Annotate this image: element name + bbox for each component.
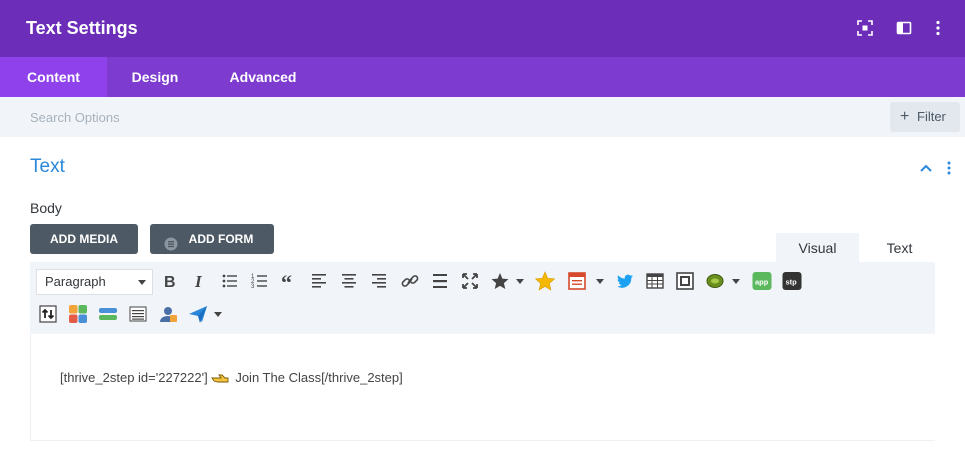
svg-text:B: B bbox=[164, 274, 176, 291]
color-blocks-icon[interactable] bbox=[67, 303, 89, 325]
editor-content[interactable]: [thrive_2step id='227222'] Join The Clas… bbox=[60, 370, 403, 385]
align-left-icon[interactable] bbox=[308, 270, 330, 292]
plugin-dropdown-arrow-icon[interactable] bbox=[732, 279, 740, 284]
divider-bars-icon[interactable] bbox=[97, 303, 119, 325]
svg-text:3: 3 bbox=[251, 284, 255, 290]
tab-text[interactable]: Text bbox=[864, 233, 935, 263]
read-more-icon[interactable] bbox=[429, 270, 451, 292]
layout-dropdown-arrow-icon[interactable] bbox=[596, 279, 604, 284]
pointing-hand-icon bbox=[210, 372, 229, 384]
dropdown-arrow-icon bbox=[138, 280, 146, 285]
modal-header: Text Settings bbox=[0, 0, 965, 57]
tab-visual[interactable]: Visual bbox=[776, 233, 859, 263]
settings-tabs: Content Design Advanced bbox=[0, 57, 965, 97]
tab-content[interactable]: Content bbox=[0, 57, 107, 97]
image-frame-icon[interactable] bbox=[674, 270, 696, 292]
add-media-button[interactable]: ADD MEDIA bbox=[30, 224, 138, 254]
send-arrow-icon[interactable] bbox=[187, 303, 209, 325]
italic-icon[interactable]: I bbox=[188, 270, 210, 292]
split-view-icon[interactable] bbox=[895, 19, 913, 37]
table-icon[interactable] bbox=[644, 270, 666, 292]
expand-icon[interactable] bbox=[856, 19, 874, 37]
fullscreen-icon[interactable] bbox=[459, 270, 481, 292]
svg-text:stp: stp bbox=[786, 278, 798, 287]
svg-text:“: “ bbox=[281, 270, 292, 292]
form-icon bbox=[164, 232, 178, 251]
plugin-leaf-icon[interactable] bbox=[704, 270, 726, 292]
filter-button[interactable]: + Filter bbox=[890, 102, 960, 132]
align-center-icon[interactable] bbox=[338, 270, 360, 292]
stp-icon[interactable]: stp bbox=[781, 270, 803, 292]
section-more-icon[interactable] bbox=[943, 159, 955, 177]
sort-arrows-icon[interactable] bbox=[37, 303, 59, 325]
format-select[interactable]: Paragraph bbox=[36, 269, 153, 295]
add-form-button[interactable]: ADD FORM bbox=[150, 224, 274, 254]
favorite-star-icon[interactable] bbox=[534, 270, 556, 292]
body-label: Body bbox=[30, 200, 62, 216]
plus-icon: + bbox=[900, 108, 910, 125]
bullet-list-icon[interactable] bbox=[219, 270, 241, 292]
editor-bottom-border bbox=[30, 440, 935, 441]
svg-text:app: app bbox=[755, 278, 769, 287]
modal-title: Text Settings bbox=[26, 18, 138, 38]
star-dropdown-arrow-icon[interactable] bbox=[516, 279, 524, 284]
link-icon[interactable] bbox=[399, 270, 421, 292]
section-title: Text bbox=[30, 156, 65, 177]
text-lines-icon[interactable] bbox=[127, 303, 149, 325]
chevron-up-icon[interactable] bbox=[918, 160, 934, 176]
format-select-value: Paragraph bbox=[45, 274, 106, 289]
layout-block-icon[interactable] bbox=[566, 270, 588, 292]
tab-design[interactable]: Design bbox=[107, 57, 203, 97]
send-dropdown-arrow-icon[interactable] bbox=[214, 312, 222, 317]
shortcode-open: [thrive_2step id='227222'] bbox=[60, 370, 208, 385]
shortcode-text: Join The Class[/thrive_2step] bbox=[231, 370, 403, 385]
add-form-label: ADD FORM bbox=[188, 232, 254, 246]
blockquote-icon[interactable]: “ bbox=[279, 270, 301, 292]
numbered-list-icon[interactable]: 123 bbox=[249, 270, 271, 292]
app-icon[interactable]: app bbox=[751, 270, 773, 292]
user-badge-icon[interactable] bbox=[157, 303, 179, 325]
svg-text:I: I bbox=[194, 272, 203, 291]
search-input[interactable] bbox=[18, 102, 618, 132]
search-bar bbox=[0, 97, 965, 137]
bold-icon[interactable]: B bbox=[159, 270, 181, 292]
filter-label: Filter bbox=[917, 109, 946, 124]
tab-advanced[interactable]: Advanced bbox=[203, 57, 323, 97]
more-options-icon[interactable] bbox=[929, 19, 947, 37]
twitter-icon[interactable] bbox=[614, 270, 636, 292]
align-right-icon[interactable] bbox=[368, 270, 390, 292]
star-icon[interactable] bbox=[489, 270, 511, 292]
add-media-label: ADD MEDIA bbox=[50, 232, 118, 246]
